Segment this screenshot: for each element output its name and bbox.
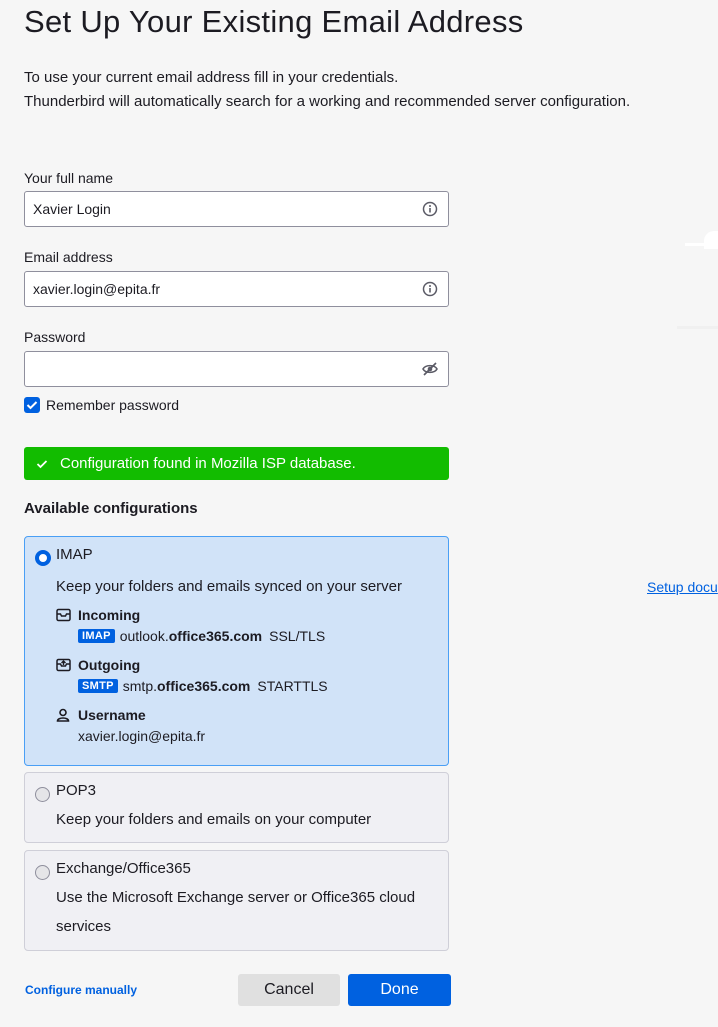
config-option-imap[interactable]: IMAP Keep your folders and emails synced… — [24, 536, 449, 766]
username-block: Username xavier.login@epita.fr — [55, 705, 205, 747]
outbox-icon — [55, 657, 71, 673]
eye-slash-icon[interactable] — [412, 352, 448, 386]
incoming-security: SSL/TLS — [269, 628, 326, 644]
remember-password-row[interactable]: Remember password — [24, 397, 179, 413]
intro-text: To use your current email address fill i… — [24, 66, 630, 114]
host-domain: office365.com — [168, 628, 263, 644]
config-description: Use the Microsoft Exchange server or Off… — [56, 889, 416, 935]
remember-password-checkbox[interactable] — [24, 397, 40, 413]
user-icon — [55, 707, 71, 723]
incoming-server: Incoming IMAP outlook.office365.com SSL/… — [55, 605, 325, 647]
background-illustration — [685, 243, 718, 246]
password-input[interactable] — [25, 352, 412, 386]
check-icon — [26, 401, 38, 410]
host-prefix: outlook. — [119, 628, 169, 644]
intro-line-2: Thunderbird will automatically search fo… — [24, 93, 631, 110]
available-configurations-heading: Available configurations — [24, 500, 198, 517]
setup-documentation-link[interactable]: Setup docu — [647, 579, 718, 595]
protocol-badge: SMTP — [78, 679, 118, 693]
info-icon[interactable] — [412, 272, 448, 306]
exchange-radio[interactable] — [35, 865, 50, 880]
email-input[interactable] — [25, 272, 412, 306]
host-prefix: smtp. — [122, 678, 157, 694]
cancel-button[interactable]: Cancel — [238, 974, 340, 1006]
full-name-field — [24, 191, 449, 227]
incoming-host: outlook.office365.com — [120, 628, 262, 644]
full-name-label: Your full name — [24, 170, 113, 186]
username-value: xavier.login@epita.fr — [78, 728, 206, 744]
config-option-exchange[interactable]: Exchange/Office365 Use the Microsoft Exc… — [24, 850, 449, 951]
config-description: Keep your folders and emails on your com… — [56, 811, 372, 828]
password-field — [24, 351, 449, 387]
config-description: Keep your folders and emails synced on y… — [56, 578, 403, 595]
full-name-input[interactable] — [25, 192, 412, 226]
config-found-notice: Configuration found in Mozilla ISP datab… — [24, 447, 449, 480]
done-button[interactable]: Done — [348, 974, 451, 1006]
imap-radio[interactable] — [35, 550, 51, 566]
inbox-icon — [55, 607, 71, 623]
background-illustration — [704, 231, 718, 249]
notice-text: Configuration found in Mozilla ISP datab… — [60, 455, 356, 472]
incoming-label: Incoming — [78, 607, 141, 623]
background-illustration — [677, 326, 718, 329]
outgoing-label: Outgoing — [78, 657, 141, 673]
check-icon — [24, 459, 60, 469]
host-domain: office365.com — [157, 678, 251, 694]
config-name: IMAP — [56, 546, 93, 563]
config-name: Exchange/Office365 — [56, 860, 191, 877]
email-label: Email address — [24, 249, 113, 265]
info-icon[interactable] — [412, 192, 448, 226]
configure-manually-link[interactable]: Configure manually — [25, 983, 137, 997]
outgoing-server: Outgoing SMTP smtp.office365.com STARTTL… — [55, 655, 328, 697]
password-label: Password — [24, 329, 86, 345]
username-label: Username — [78, 707, 146, 723]
page-title: Set Up Your Existing Email Address — [24, 4, 524, 39]
outgoing-host: smtp.office365.com — [123, 678, 251, 694]
email-field — [24, 271, 449, 307]
config-name: POP3 — [56, 782, 97, 799]
config-option-pop3[interactable]: POP3 Keep your folders and emails on you… — [24, 772, 449, 843]
remember-password-label: Remember password — [46, 397, 180, 413]
outgoing-security: STARTTLS — [257, 678, 328, 694]
intro-line-1: To use your current email address fill i… — [24, 69, 399, 86]
pop3-radio[interactable] — [35, 787, 50, 802]
protocol-badge: IMAP — [78, 629, 115, 643]
